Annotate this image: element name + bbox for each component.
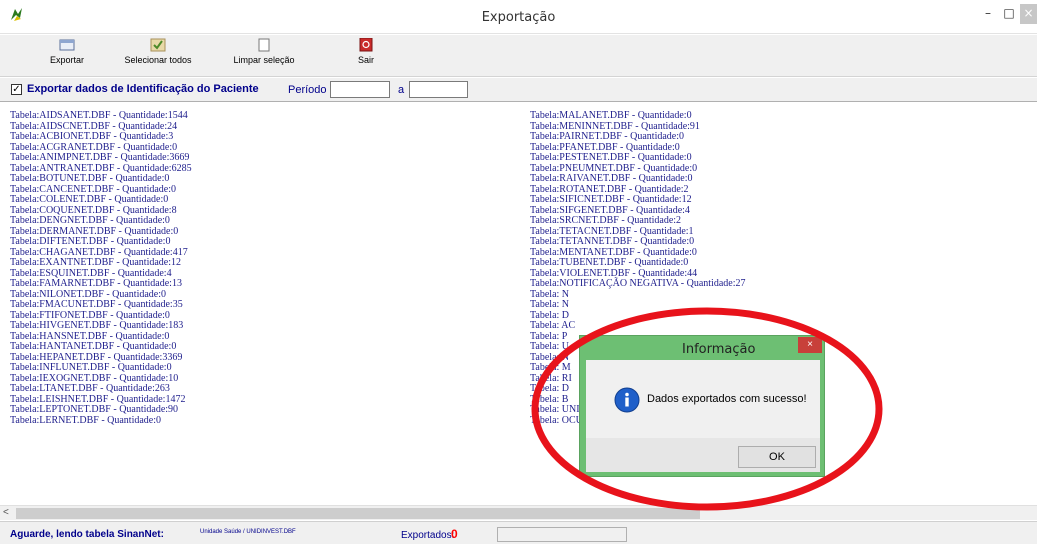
period-end-input[interactable]	[409, 81, 468, 98]
close-button[interactable]: ×	[1020, 4, 1037, 24]
period-start-input[interactable]	[330, 81, 390, 98]
period-to-label: a	[398, 84, 405, 96]
log-line: Tabela:ANIMPNET.DBF - Quantidade:3669	[10, 152, 190, 163]
log-line: Tabela:HANTANET.DBF - Quantidade:0	[10, 341, 177, 352]
log-line: Tabela:RAIVANET.DBF - Quantidade:0	[530, 173, 693, 184]
window-title: Exportação	[481, 10, 556, 25]
minimize-button[interactable]: –	[978, 4, 998, 24]
log-line: Tabela:SRCNET.DBF - Quantidade:2	[530, 215, 682, 226]
log-line: Tabela:TUBENET.DBF - Quantidade:0	[530, 257, 689, 268]
clear-selection-icon	[258, 38, 270, 52]
log-line: Tabela:DIFTENET.DBF - Quantidade:0	[10, 236, 171, 247]
exit-button[interactable]: Sair	[355, 38, 377, 74]
progress-bar	[497, 527, 627, 542]
export-id-label: Exportar dados de Identificação do Pacie…	[27, 83, 259, 95]
title-bar: Exportação – □ ×	[0, 0, 1037, 34]
log-line: Tabela:EXANTNET.DBF - Quantidade:12	[10, 257, 182, 268]
scroll-left-arrow-icon[interactable]: <	[3, 507, 9, 518]
log-line: Tabela:SIFICNET.DBF - Quantidade:12	[530, 194, 692, 205]
log-line: Tabela:PESTENET.DBF - Quantidade:0	[530, 152, 692, 163]
select-all-icon	[150, 38, 166, 52]
log-line: Tabela:TETANNET.DBF - Quantidade:0	[530, 236, 695, 247]
export-id-checkbox[interactable]: ✓	[11, 84, 22, 95]
status-text: Aguarde, lendo tabela SinanNet:	[10, 529, 164, 540]
log-line: Tabela:ACBIONET.DBF - Quantidade:3	[10, 131, 174, 142]
clear-selection-button[interactable]: Limpar seleção	[229, 38, 299, 74]
log-line: Tabela:FMACUNET.DBF - Quantidade:35	[10, 299, 183, 310]
log-line: Tabela:AIDSANET.DBF - Quantidade:1544	[10, 110, 188, 121]
status-bar: Aguarde, lendo tabela SinanNet: Unidade …	[0, 521, 1037, 544]
log-line: Tabela:PAIRNET.DBF - Quantidade:0	[530, 131, 684, 142]
log-line: Tabela:INFLUNET.DBF - Quantidade:0	[10, 362, 172, 373]
log-line: Tabela:NOTIFICAÇÃO NEGATIVA - Quantidade…	[530, 278, 746, 289]
select-all-label: Selecionar todos	[124, 55, 192, 65]
exit-icon	[359, 38, 373, 52]
red-annotation-ellipse	[531, 307, 883, 511]
period-label: Período	[288, 84, 327, 96]
log-line: Tabela:LTANET.DBF - Quantidade:263	[10, 383, 170, 394]
log-line: Tabela:LERNET.DBF - Quantidade:0	[10, 414, 162, 426]
log-line: Tabela:HIVGENET.DBF - Quantidade:183	[10, 320, 184, 331]
exit-label: Sair	[357, 55, 374, 65]
select-all-button[interactable]: Selecionar todos	[118, 38, 198, 74]
log-line: Tabela:MALANET.DBF - Quantidade:0	[530, 110, 692, 121]
maximize-button[interactable]: □	[998, 4, 1020, 24]
toolbar: Exportar Selecionar todos Limpar seleção…	[0, 35, 1037, 77]
export-label: Exportar	[50, 55, 85, 65]
log-line: Tabela:DENGNET.DBF - Quantidade:0	[10, 215, 170, 226]
log-column-left: Tabela:AIDSANET.DBF - Quantidade:1544 Tab…	[10, 110, 192, 426]
clear-selection-label: Limpar seleção	[233, 55, 295, 65]
status-current-table: Unidade Saúde / UNIDINVEST.DBF	[200, 529, 296, 535]
exported-count: 0	[451, 527, 458, 541]
export-button[interactable]: Exportar	[50, 38, 84, 74]
log-line: Tabela:COLENET.DBF - Quantidade:0	[10, 194, 169, 205]
options-row: ✓ Exportar dados de Identificação do Pac…	[0, 78, 1037, 102]
exported-label: Exportados:	[401, 530, 455, 541]
log-line: Tabela:BOTUNET.DBF - Quantidade:0	[10, 173, 170, 184]
log-line: Tabela:FAMARNET.DBF - Quantidade:13	[10, 278, 182, 289]
log-line: Tabela:LEPTONET.DBF - Quantidade:90	[10, 404, 179, 415]
export-icon	[59, 39, 75, 51]
